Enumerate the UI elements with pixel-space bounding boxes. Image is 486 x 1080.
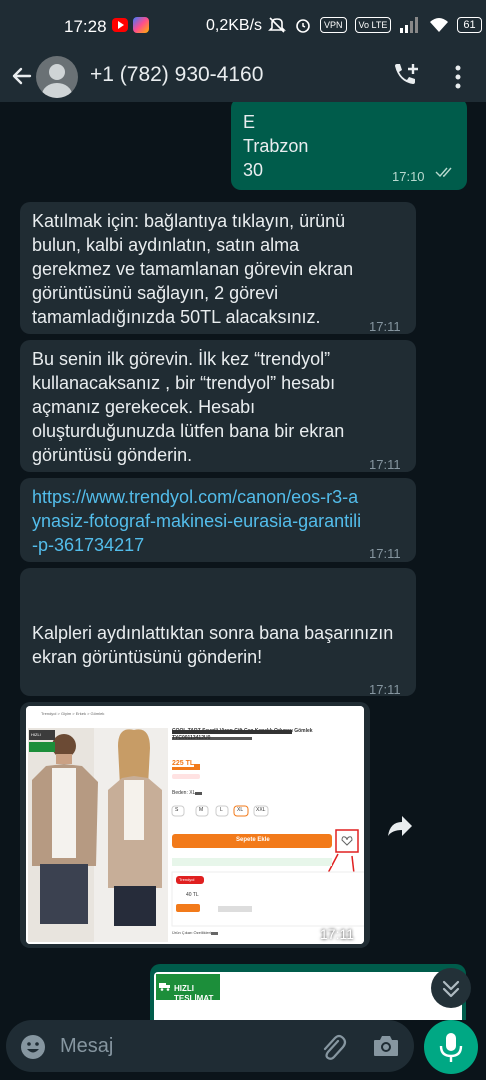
volte-badge: Vo LTE [354, 17, 392, 33]
message-composer: Mesaj [0, 1020, 486, 1080]
screenshot-price: 225 TL [172, 760, 195, 767]
network-speed: 0,2KB/s [206, 17, 263, 34]
screenshot-size-option: XL [237, 807, 244, 813]
screenshot-seller-price: 40 TL [186, 892, 199, 898]
status-time: 17:28 [64, 17, 107, 36]
message-link[interactable]: https://www.trendyol.com/canon/eos-r3-ay… [32, 485, 367, 557]
screenshot-add-to-cart: Sepete Ekle [236, 837, 270, 843]
screenshot-size-option: L [220, 807, 223, 813]
fast-delivery-badge: HIZLI TESLİMAT [156, 974, 220, 1003]
status-bar: 17:28 0,2KB/s VPN Vo LTE 61 [0, 0, 486, 52]
incoming-link-message[interactable]: https://www.trendyol.com/canon/eos-r3-ay… [20, 478, 416, 562]
message-text: Katılmak için: bağlantıya tıklayın, ürün… [32, 211, 354, 327]
alarm-icon [296, 19, 310, 33]
forward-button[interactable] [380, 806, 420, 846]
message-text: Kalpleri aydınlattıktan sonra bana başar… [32, 623, 394, 667]
emoji-icon[interactable] [20, 1034, 46, 1060]
chat-header: +1 (782) 930-4160 [0, 52, 486, 102]
message-time: 17:11 [369, 319, 401, 334]
screenshot-breadcrumb: Trendyol > Giyim > Erkek > Gömlek [41, 711, 105, 716]
message-time: 17:11 [369, 457, 401, 472]
message-text: E Trabzon 30 [243, 112, 309, 180]
youtube-notification-icon [112, 18, 128, 32]
incoming-message[interactable]: Katılmak için: bağlantıya tıklayın, ürün… [20, 202, 416, 334]
double-chevron-down-icon [442, 980, 460, 998]
message-input[interactable]: Mesaj [6, 1020, 414, 1072]
partial-image: HIZLI TESLİMAT [154, 972, 462, 1020]
screenshot-product-title: COOL TARZ Sevgili Vizon Çift Cep Kapaklı… [172, 728, 313, 741]
screenshot-footer-text: Ürün Çıkarı Özellikleri [172, 930, 211, 935]
message-placeholder: Mesaj [60, 1035, 114, 1057]
message-time: 17:10 [392, 169, 425, 184]
read-receipt-icon [435, 167, 452, 178]
mute-icon [268, 17, 286, 33]
vpn-badge: VPN [320, 17, 347, 33]
app-notification-icon [133, 17, 149, 33]
wifi-icon [430, 18, 449, 32]
forward-icon [388, 816, 412, 836]
message-time: 17:11 [369, 546, 401, 561]
screenshot-size-label: Beden: XL [172, 790, 196, 796]
back-arrow-icon[interactable] [10, 64, 34, 88]
more-options-icon[interactable] [450, 64, 466, 90]
contact-avatar[interactable] [36, 56, 78, 98]
message-text: Bu senin ilk görevin. İlk kez “trendyol”… [32, 349, 345, 465]
battery-indicator: 61 [457, 17, 482, 33]
attach-icon[interactable] [318, 1032, 348, 1062]
scroll-to-bottom-button[interactable] [431, 968, 471, 1008]
screenshot-size-option: M [199, 807, 204, 813]
status-icons: VPN Vo LTE 61 [268, 16, 482, 34]
screenshot-size-option: XXL [256, 807, 266, 813]
add-call-icon[interactable] [391, 62, 421, 90]
truck-icon [159, 983, 170, 991]
screenshot-size-option: S [175, 807, 179, 813]
incoming-message[interactable]: Kalpleri aydınlattıktan sonra bana başar… [20, 568, 416, 697]
contact-name[interactable]: +1 (782) 930-4160 [90, 63, 263, 87]
screenshot-badge: HIZLI [31, 732, 41, 737]
camera-icon[interactable] [372, 1033, 400, 1059]
voice-record-button[interactable] [424, 1020, 478, 1074]
chat-area[interactable]: E Trabzon 30 17:10 Katılmak için: bağlan… [0, 102, 486, 1020]
incoming-message[interactable]: Bu senin ilk görevin. İlk kez “trendyol”… [20, 340, 416, 472]
product-screenshot-image[interactable]: Trendyol > Giyim > Erkek > Gömlek HIZLI … [26, 706, 364, 944]
screenshot-seller: Trendyol [179, 877, 195, 882]
message-time: 17:11 [369, 682, 401, 697]
badge-line-2: TESLİMAT [174, 994, 214, 1003]
outgoing-message[interactable]: E Trabzon 30 17:10 [231, 102, 467, 190]
microphone-icon [439, 1033, 463, 1062]
outgoing-partial-message[interactable]: HIZLI TESLİMAT [150, 964, 466, 1020]
signal-icon [400, 17, 419, 33]
image-time: 17:11 [320, 926, 354, 942]
